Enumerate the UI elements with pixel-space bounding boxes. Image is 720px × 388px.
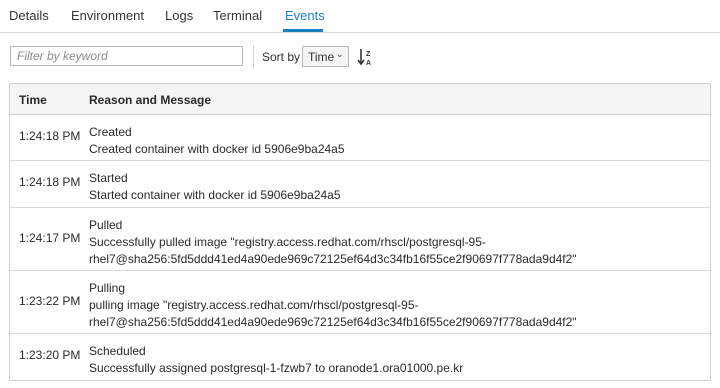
event-message-line: rhel7@sha256:5fd5ddd41ed4a90ede969c72125…: [89, 315, 577, 329]
event-message: Pulling pulling image "registry.access.r…: [89, 280, 699, 331]
active-tab-indicator: [283, 29, 323, 32]
svg-text:Z: Z: [366, 51, 371, 58]
table-row: 1:23:22 PM Pulling pulling image "regist…: [10, 271, 710, 334]
event-message-line: Successfully pulled image "registry.acce…: [89, 235, 486, 249]
tab-events[interactable]: Events: [285, 8, 325, 23]
tab-environment[interactable]: Environment: [71, 8, 144, 23]
event-reason: Started: [89, 171, 128, 185]
table-row: 1:24:18 PM Started Started container wit…: [10, 161, 710, 208]
toolbar-divider: [253, 45, 254, 68]
event-message: Pulled Successfully pulled image "regist…: [89, 217, 699, 268]
tab-details[interactable]: Details: [9, 8, 49, 23]
event-reason: Scheduled: [89, 344, 146, 358]
column-header-message: Reason and Message: [89, 93, 212, 107]
tab-terminal[interactable]: Terminal: [213, 8, 262, 23]
column-header-time: Time: [19, 93, 47, 107]
event-message-line: Successfully assigned postgresql-1-fzwb7…: [89, 361, 464, 375]
table-row: 1:24:18 PM Created Created container wit…: [10, 115, 710, 161]
event-message-line: Started container with docker id 5906e9b…: [89, 188, 341, 202]
table-row: 1:24:17 PM Pulled Successfully pulled im…: [10, 208, 710, 271]
event-message-line: Created container with docker id 5906e9b…: [89, 142, 345, 156]
events-table: Time Reason and Message 1:24:18 PM Creat…: [9, 83, 711, 381]
event-time: 1:24:17 PM: [19, 231, 81, 245]
event-time: 1:23:20 PM: [19, 348, 81, 362]
chevron-down-icon: ⌄: [336, 49, 344, 59]
event-message-line: rhel7@sha256:5fd5ddd41ed4a90ede969c72125…: [89, 252, 577, 266]
sort-label: Sort by: [262, 50, 301, 64]
table-row: 1:23:20 PM Scheduled Successfully assign…: [10, 334, 710, 380]
table-header: Time Reason and Message: [10, 84, 710, 115]
sort-selected-value: Time: [308, 50, 335, 64]
event-time: 1:24:18 PM: [19, 175, 81, 189]
event-reason: Created: [89, 125, 132, 139]
filter-input[interactable]: [10, 46, 243, 66]
event-reason: Pulled: [89, 218, 123, 232]
tab-logs[interactable]: Logs: [165, 8, 193, 23]
event-time: 1:23:22 PM: [19, 294, 81, 308]
event-message-line: pulling image "registry.access.redhat.co…: [89, 298, 419, 312]
event-message: Created Created container with docker id…: [89, 124, 699, 158]
tab-bar: Details Environment Logs Terminal Events: [0, 0, 720, 33]
event-message: Scheduled Successfully assigned postgres…: [89, 343, 699, 377]
event-reason: Pulling: [89, 281, 126, 295]
sort-alpha-desc-icon[interactable]: Z A: [357, 48, 373, 67]
event-time: 1:24:18 PM: [19, 129, 81, 143]
event-message: Started Started container with docker id…: [89, 170, 699, 204]
svg-text:A: A: [366, 60, 371, 66]
sort-select[interactable]: Time ⌄: [302, 46, 349, 67]
